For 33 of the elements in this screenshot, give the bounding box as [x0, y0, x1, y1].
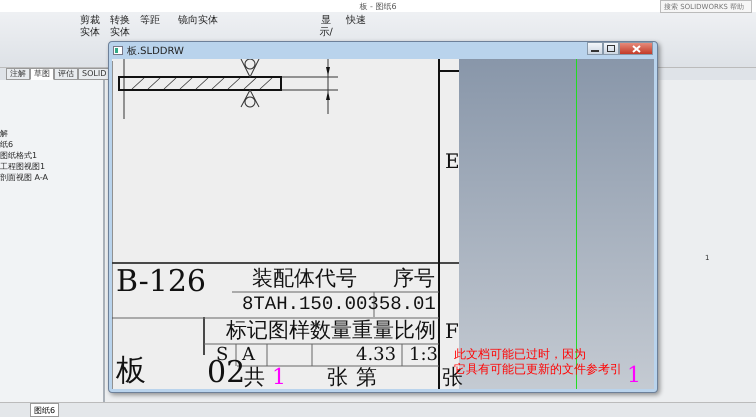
- ribbon-tab[interactable]: 注解: [6, 68, 30, 80]
- tree-item[interactable]: 工程图视图1: [0, 161, 103, 172]
- tree-item[interactable]: 纸6: [0, 139, 103, 150]
- drawing-label: 1:3: [409, 346, 438, 364]
- tree-item[interactable]: 解: [0, 128, 103, 139]
- drawing-label: 1: [272, 367, 286, 389]
- ribbon-button[interactable]: 镜向实体: [168, 15, 228, 27]
- ribbon-button[interactable]: 等距: [138, 15, 162, 27]
- drawing-label: 板: [116, 356, 146, 386]
- ribbon-tab[interactable]: SOLID: [78, 68, 110, 80]
- drawing-label: B-126: [116, 267, 206, 297]
- sheet-tab[interactable]: 图纸6: [30, 403, 60, 417]
- ribbon-button[interactable]: 快速: [344, 15, 368, 27]
- drawing-label: 装配体代号: [252, 268, 357, 289]
- drawing-label: 第: [356, 367, 377, 388]
- drawing-label: A: [242, 346, 255, 364]
- ribbon-button[interactable]: 显示/: [314, 15, 338, 39]
- ribbon-button[interactable]: 剪裁实体: [78, 15, 102, 39]
- ribbon-tab[interactable]: 评估: [54, 68, 78, 80]
- ribbon-tab[interactable]: 草图: [30, 68, 54, 80]
- drawing-label: 标记图样数量重量比例: [226, 320, 436, 341]
- tree-item[interactable]: 剖面视图 A-A: [0, 172, 103, 183]
- drawing-label: 序号: [393, 268, 435, 289]
- drawing-label: 张: [327, 367, 348, 388]
- drawing-label: 1: [627, 365, 641, 387]
- drawing-label: F: [445, 321, 459, 341]
- ribbon-button[interactable]: 转换实体: [108, 15, 132, 39]
- drawing-label: 共: [244, 367, 265, 388]
- tree-item[interactable]: 图纸格式1: [0, 150, 103, 161]
- drawing-label: 4.33: [356, 346, 396, 364]
- document-title: 板.SLDDRW: [127, 44, 184, 58]
- drawing-label: E: [445, 151, 460, 171]
- window-title: 板 - 图纸6: [359, 0, 397, 12]
